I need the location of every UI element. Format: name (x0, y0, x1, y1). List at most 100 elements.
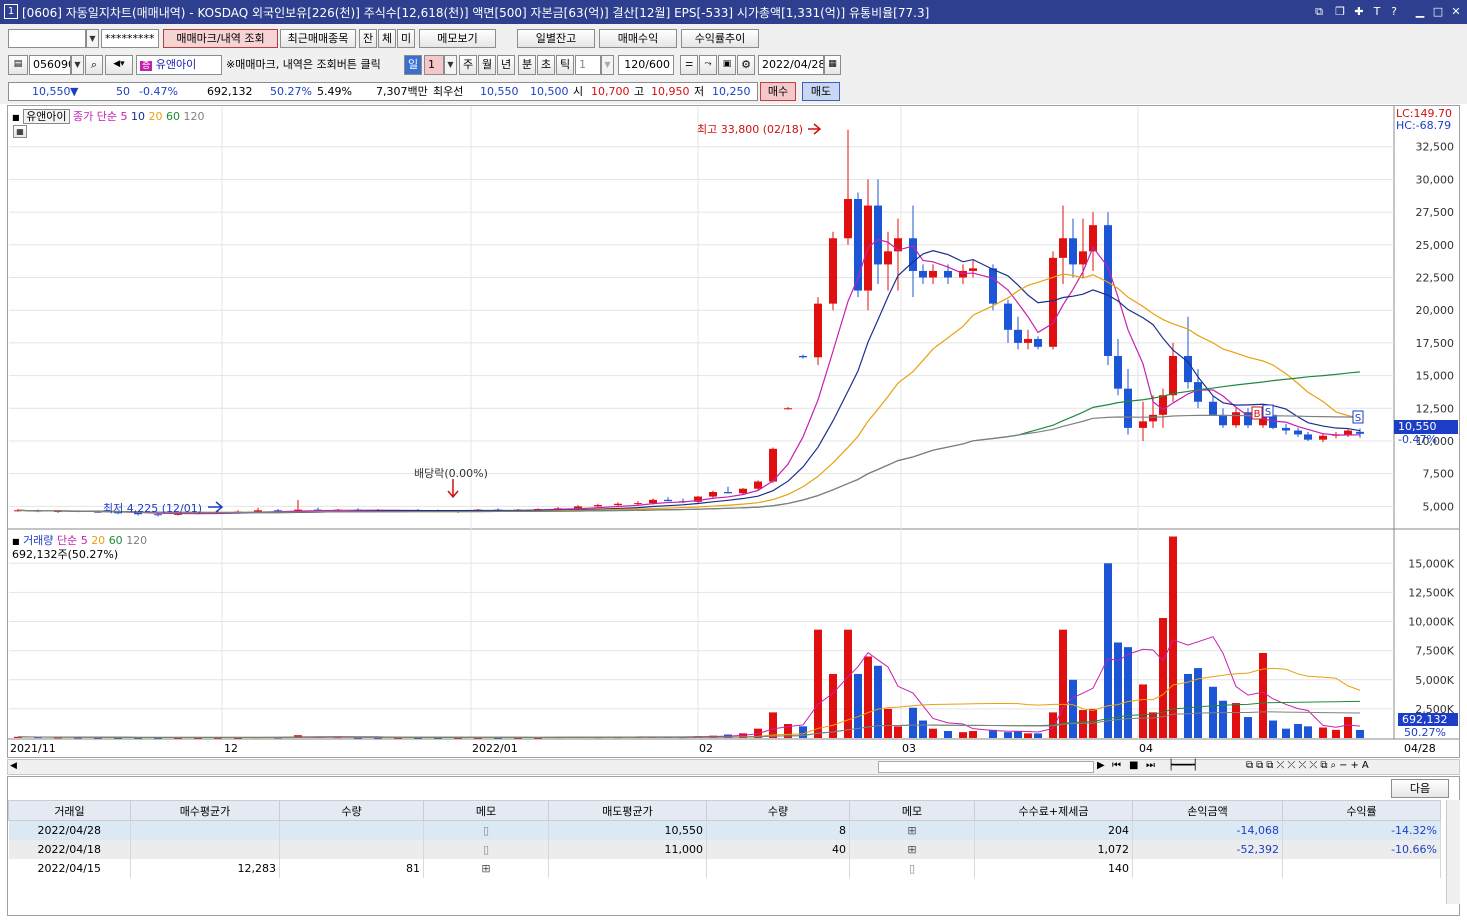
calendar-icon[interactable]: ▦ (824, 55, 841, 75)
col-fee[interactable]: 수수료+제세금 (974, 800, 1133, 821)
balance-button[interactable]: 잔 (359, 29, 377, 48)
table-scrollbar[interactable] (1446, 800, 1460, 904)
candle-chart[interactable]: 32,500 30,000 27,500 25,000 22,500 20,000 17,5… (8, 106, 1459, 757)
grid-toggle-icon[interactable]: ▦ (13, 125, 27, 138)
chart-tools-icon[interactable]: ⧉⧉⧉⤫⤫⤫⤫⧉⌕−+A (1246, 760, 1372, 771)
candle-body (1209, 401, 1217, 415)
mark-query-button[interactable]: 매매마크/내역 조회 (163, 29, 278, 48)
col-sell-avg[interactable]: 매도평균가 (548, 800, 707, 821)
col-yield[interactable]: 수익률 (1282, 800, 1441, 821)
volume-ma-line-20 (17, 667, 1361, 738)
forward-icon[interactable]: ⏭ (1146, 760, 1155, 771)
volume-bar (1114, 642, 1122, 738)
price-panel-name[interactable]: 유앤아이 (23, 109, 70, 124)
col-buy-memo[interactable]: 메모 (423, 800, 549, 821)
rewind-icon[interactable]: ⏮ (1112, 760, 1121, 771)
help-icon[interactable]: ? (1387, 4, 1401, 19)
minimize-icon[interactable]: ▁ (1413, 4, 1427, 19)
chart-type-icon[interactable]: ⚌ (680, 55, 698, 75)
cell-sell-avg: 11,000 (548, 839, 707, 859)
code-dropdown-icon[interactable]: ▼ (71, 55, 84, 75)
volume-bar (1014, 731, 1022, 738)
col-trade-date[interactable]: 거래일 (8, 800, 131, 821)
col-pnl[interactable]: 손익금액 (1132, 800, 1283, 821)
font-icon[interactable]: T (1370, 4, 1384, 19)
account-input[interactable] (8, 29, 86, 48)
memo-empty-icon[interactable]: ▯ (483, 824, 489, 837)
table-row[interactable]: 2022/04/18 ▯ 11,000 40 ⊞ 1,072 -52,392 -… (8, 839, 1441, 859)
current-pct-label: -0.47% (1398, 433, 1437, 446)
table-row[interactable]: 2022/04/28 ▯ 10,550 8 ⊞ 204 -14,068 -14.… (8, 820, 1441, 840)
scroll-left-icon[interactable]: ◀ (10, 761, 17, 771)
scroll-right-icon[interactable]: ▶ (1097, 760, 1105, 771)
memo-add-icon[interactable]: ⊞ (481, 862, 490, 875)
daily-balance-button[interactable]: 일별잔고 (517, 29, 595, 48)
save-icon[interactable]: ▣ (718, 55, 736, 75)
next-button[interactable]: 다음 (1391, 779, 1449, 798)
layout-icon[interactable]: ▤ (8, 55, 28, 75)
high-mark-label: 최고 33,800 (02/18) (697, 123, 804, 136)
stop-icon[interactable]: ■ (1129, 760, 1138, 771)
period-year-button[interactable]: 년 (497, 55, 515, 75)
col-sell-qty[interactable]: 수량 (706, 800, 850, 821)
period-week-button[interactable]: 주 (459, 55, 477, 75)
memo-empty-icon[interactable]: ▯ (483, 843, 489, 856)
pin-icon[interactable]: ✚ (1352, 4, 1366, 19)
table-row[interactable]: 2022/04/15 12,283 81 ⊞ ▯ 140 (8, 858, 1441, 878)
cell-buy-memo[interactable]: ⊞ (423, 858, 549, 878)
period-dropdown-icon[interactable]: ▼ (444, 55, 457, 75)
volume-bar (864, 656, 872, 738)
indicator-icon[interactable]: ⤳ (699, 55, 717, 75)
chart-scrollbar[interactable]: ◀ ▶ ⏮ ■ ⏭ ┝━━━┥ ⧉⧉⧉⤫⤫⤫⤫⧉⌕−+A (7, 759, 1460, 775)
cell-sell-memo[interactable]: ▯ (849, 858, 975, 878)
buy-button[interactable]: 매수 (760, 82, 796, 101)
col-sell-memo[interactable]: 메모 (849, 800, 975, 821)
period-month-button[interactable]: 월 (478, 55, 496, 75)
scroll-thumb[interactable] (878, 761, 1094, 773)
price-tick-label: 25,000 (1416, 239, 1455, 252)
recent-trades-button[interactable]: 최근매매종목 (280, 29, 356, 48)
trade-table: 거래일 매수평균가 수량 메모 매도평균가 수량 메모 수수료+제세금 손익금액… (8, 800, 1441, 878)
cell-sell-memo[interactable]: ⊞ (849, 820, 975, 840)
cell-buy-memo[interactable]: ▯ (423, 820, 549, 840)
tick-num-input[interactable]: 1 (575, 55, 601, 75)
col-buy-qty[interactable]: 수량 (279, 800, 424, 821)
date-input[interactable]: 2022/04/28 (758, 55, 824, 75)
copy-icon[interactable]: ❐ (1333, 4, 1347, 19)
period-minute-button[interactable]: 분 (518, 55, 536, 75)
settings-icon[interactable]: ⚙ (737, 55, 755, 75)
tick-dropdown-icon[interactable]: ▼ (601, 55, 614, 75)
period-num-input[interactable]: 1 (424, 55, 444, 75)
search-icon[interactable]: ⌕ (85, 55, 103, 75)
sound-icon[interactable]: ◀▾ (105, 55, 133, 75)
memo-add-icon[interactable]: ⊞ (907, 843, 916, 856)
count-input[interactable]: 120/600 (618, 55, 674, 75)
period-tick-button[interactable]: 틱 (556, 55, 574, 75)
candle-body (1282, 427, 1290, 431)
period-second-button[interactable]: 초 (537, 55, 555, 75)
link-icon[interactable]: ⧉ (1312, 4, 1326, 19)
col-buy-avg[interactable]: 매수평균가 (130, 800, 280, 821)
down-arrow-icon: ▼ (70, 85, 79, 98)
sell-button[interactable]: 매도 (802, 82, 840, 101)
maximize-icon[interactable]: □ (1431, 4, 1445, 19)
memo-view-button[interactable]: 메모보기 (419, 29, 496, 48)
memo-empty-icon[interactable]: ▯ (909, 862, 915, 875)
account-dropdown-icon[interactable]: ▼ (86, 29, 99, 48)
cell-sell-memo[interactable]: ⊞ (849, 839, 975, 859)
volume-bar (769, 712, 777, 738)
zoom-slider-icon[interactable]: ┝━━━┥ (1168, 760, 1198, 771)
memo-add-icon[interactable]: ⊞ (907, 824, 916, 837)
close-icon[interactable]: ✕ (1449, 4, 1463, 19)
period-day-button[interactable]: 일 (404, 55, 422, 75)
candle-body (1114, 355, 1122, 389)
cell-sell-avg (548, 858, 707, 878)
yield-trend-button[interactable]: 수익률추이 (681, 29, 759, 48)
unfilled-button[interactable]: 미 (397, 29, 415, 48)
cell-buy-memo[interactable]: ▯ (423, 839, 549, 859)
chart-area[interactable]: 32,500 30,000 27,500 25,000 22,500 20,000 17,5… (7, 105, 1460, 758)
stock-code-input[interactable]: 056090 (29, 55, 71, 75)
trade-profit-button[interactable]: 매매수익 (599, 29, 677, 48)
password-input[interactable]: ********* (101, 29, 159, 48)
filled-button[interactable]: 체 (378, 29, 396, 48)
